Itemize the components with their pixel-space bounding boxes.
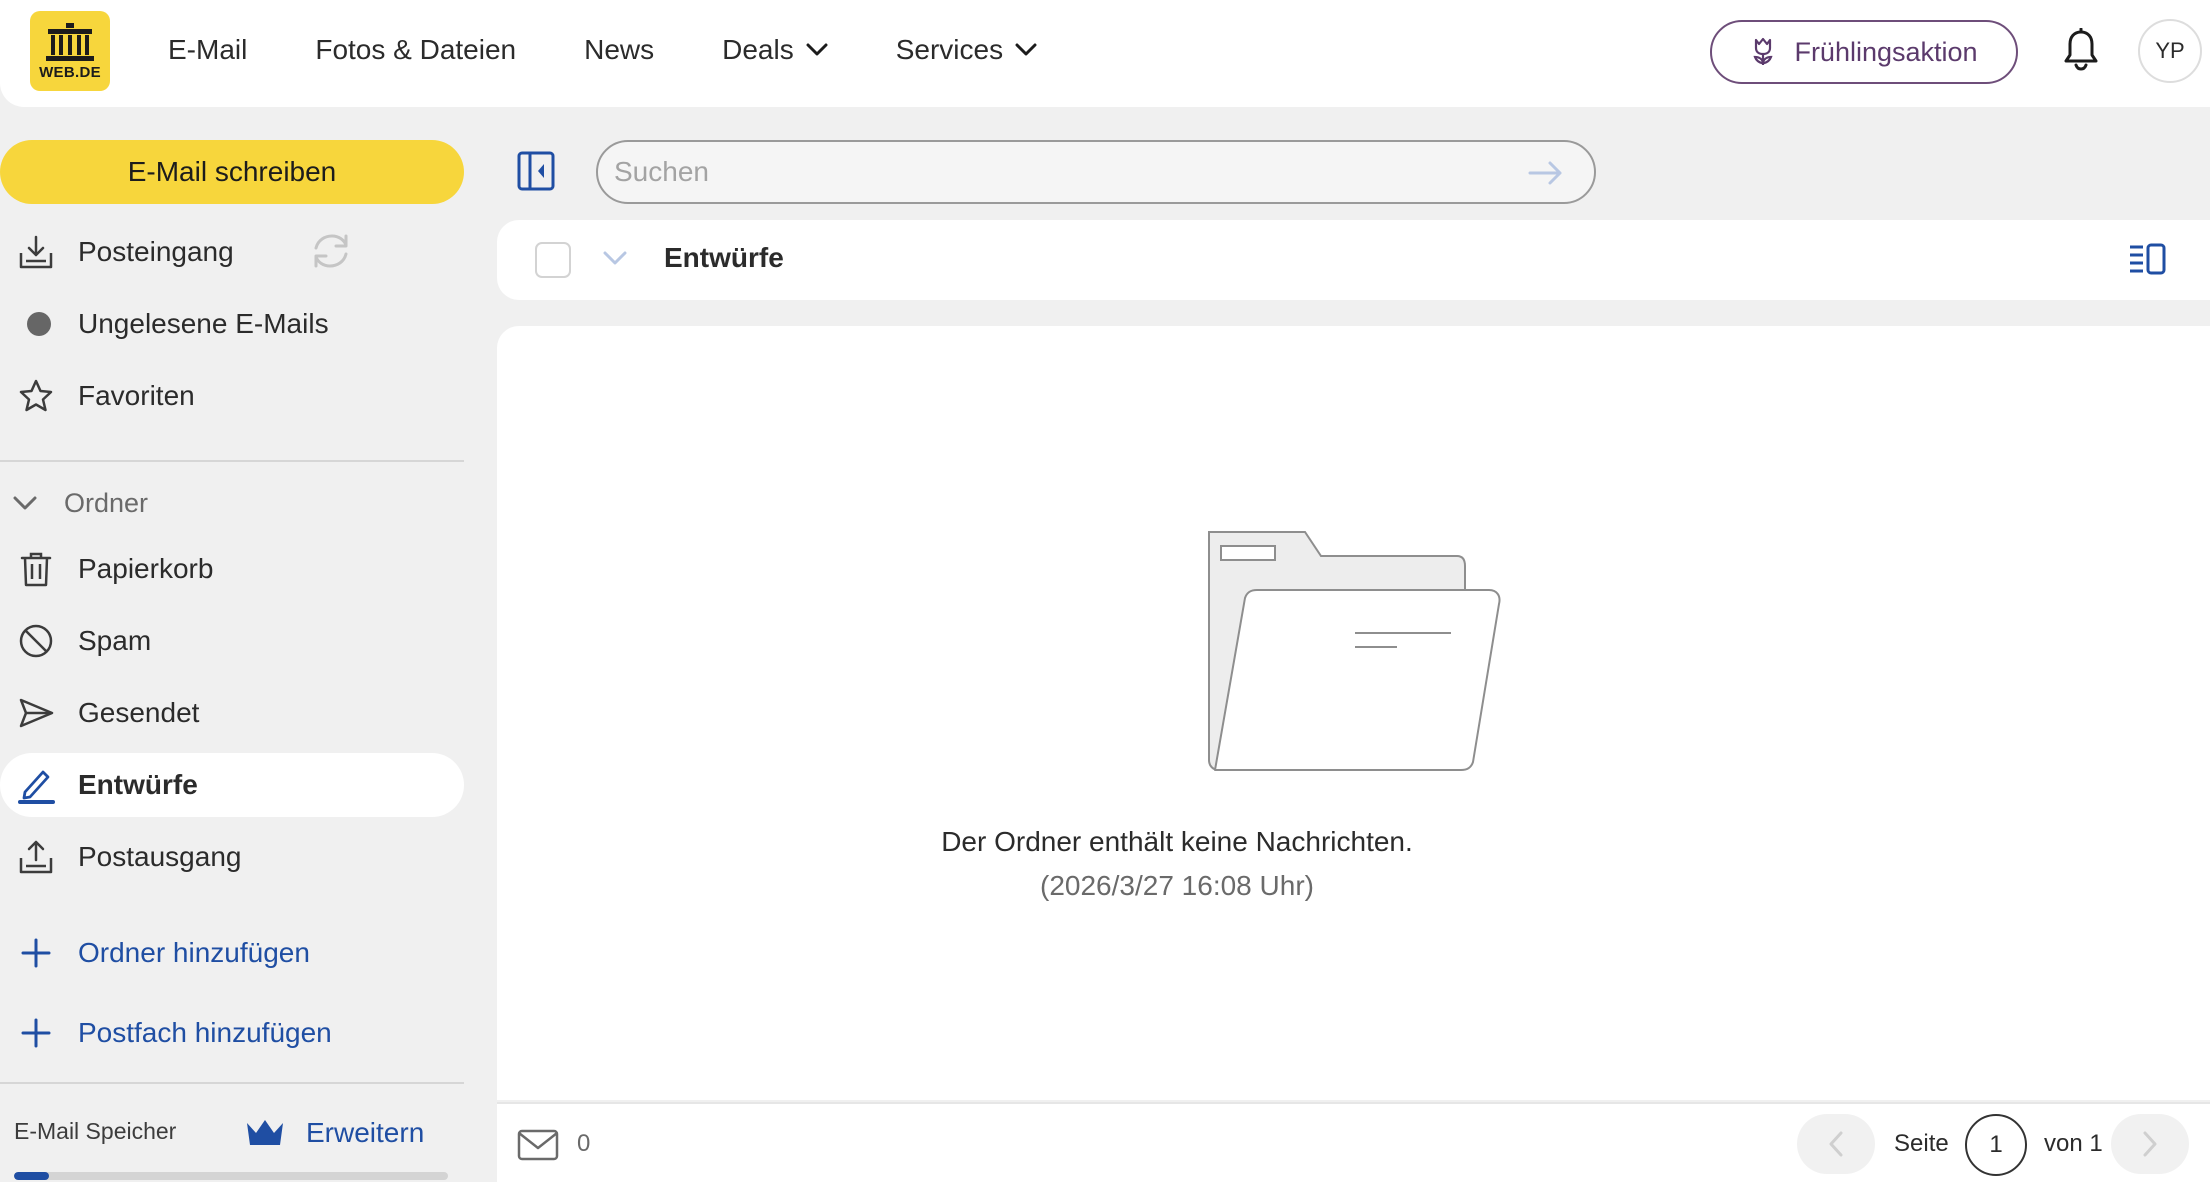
sidebar-item-label: Favoriten [78,380,195,411]
nav-services-label: Services [895,34,1004,65]
sidebar-item-outbox[interactable]: Postausgang [0,825,464,889]
compose-label: E-Mail schreiben [127,156,337,187]
add-mailbox-button[interactable]: Postfach hinzufügen [0,1001,464,1065]
avatar[interactable]: YP [2138,19,2202,83]
storage-usage-bar [14,1172,448,1180]
nav-email[interactable]: E-Mail [168,34,247,66]
sidebar-item-label: Posteingang [78,236,234,267]
storage-upgrade-label: Erweitern [306,1117,425,1148]
inbox-icon [16,232,56,272]
reading-pane-icon[interactable] [2127,240,2167,278]
chevron-down-icon [13,496,37,510]
previous-page-button[interactable] [1797,1114,1875,1174]
trash-icon [16,549,56,589]
block-icon [16,621,56,661]
sidebar-item-trash[interactable]: Papierkorb [0,537,464,601]
sidebar-item-drafts[interactable]: Entwürfe [0,753,464,817]
next-page-button[interactable] [2111,1114,2189,1174]
sidebar-item-sent[interactable]: Gesendet [0,681,464,745]
nav-services[interactable]: Services [896,34,1037,66]
list-toolbar: Entwürfe [497,220,2210,300]
tulip-icon [1753,37,1773,65]
add-folder-label: Ordner hinzufügen [78,937,310,968]
page-total: von 1 [2044,1130,2103,1157]
folder-title: Entwürfe [664,242,784,273]
webde-logo[interactable]: WEB.DE [30,11,110,91]
bell-icon[interactable] [2062,28,2100,72]
chevron-left-icon [1829,1131,1843,1157]
nav-news[interactable]: News [584,34,654,66]
list-footer: 0 Seite 1 von 1 [497,1102,2210,1182]
sidebar-item-spam[interactable]: Spam [0,609,464,673]
nav-news-label: News [584,34,655,65]
brandenburg-gate-icon [46,22,94,61]
add-mailbox-label: Postfach hinzufügen [78,1017,332,1048]
sidebar-item-favorites[interactable]: Favoriten [0,364,464,428]
sidebar-divider [0,1082,464,1084]
sidebar-item-label: Gesendet [78,697,200,728]
nav-photos-files[interactable]: Fotos & Dateien [315,34,516,66]
logo-text: WEB.DE [39,63,101,81]
sidebar-item-label: Ungelesene E-Mails [78,308,329,339]
page-label: Seite [1894,1130,1949,1157]
sidebar-item-label: Entwürfe [78,769,198,800]
empty-timestamp: (2026/3/27 16:08 Uhr) [1040,870,1314,901]
storage-label: E-Mail Speicher [14,1118,177,1144]
collapse-sidebar-icon[interactable] [516,150,556,192]
empty-message: Der Ordner enthält keine Nachrichten. [941,826,1413,857]
crown-icon [247,1120,283,1145]
sidebar-item-label: Spam [78,625,152,656]
send-icon [16,693,56,733]
arrow-right-icon[interactable] [1528,160,1564,186]
search-input[interactable] [614,156,1514,188]
top-bar: WEB.DE E-Mail Fotos & Dateien News Deals… [0,0,2210,107]
chevron-right-icon [2143,1131,2157,1157]
sidebar-item-unread[interactable]: Ungelesene E-Mails [0,292,464,356]
sidebar-item-label: Papierkorb [78,553,214,584]
mail-count: 0 [577,1130,591,1157]
sidebar-item-inbox[interactable]: Posteingang [0,220,464,284]
chevron-down-icon[interactable] [603,250,627,266]
envelope-icon [517,1129,559,1161]
pencil-icon [16,765,56,805]
compose-email-button[interactable]: E-Mail schreiben [0,140,464,204]
refresh-icon[interactable] [308,230,354,272]
nav-deals[interactable]: Deals [722,34,828,66]
message-list: Der Ordner enthält keine Nachrichten. (2… [497,326,2210,1100]
select-all-checkbox[interactable] [535,242,571,278]
spring-promo-button[interactable]: Frühlingsaktion [1710,20,2018,84]
chevron-down-icon [806,43,828,56]
star-icon [16,376,56,416]
nav-deals-label: Deals [722,34,794,65]
avatar-initials: YP [2155,38,2185,63]
main-nav: E-Mail Fotos & Dateien News Deals Servic… [168,0,1105,100]
search-box [596,140,1596,204]
nav-photos-files-label: Fotos & Dateien [315,34,517,65]
nav-email-label: E-Mail [168,34,248,65]
storage-usage-fill [14,1172,49,1180]
promo-label: Frühlingsaktion [1794,36,1978,67]
outbox-icon [16,837,56,877]
folders-heading: Ordner [64,487,149,518]
page-number-input[interactable]: 1 [1965,1114,2027,1176]
plus-icon [16,1013,56,1053]
unread-dot-icon [16,304,56,344]
sidebar-item-label: Postausgang [78,841,242,872]
empty-folder-icon [1208,531,1501,771]
plus-icon [16,933,56,973]
chevron-down-icon [1015,43,1037,56]
add-folder-button[interactable]: Ordner hinzufügen [0,921,464,985]
folders-toggle[interactable]: Ordner [0,478,464,528]
storage-upgrade-button[interactable]: Erweitern [244,1108,424,1158]
sidebar-divider [0,460,464,462]
